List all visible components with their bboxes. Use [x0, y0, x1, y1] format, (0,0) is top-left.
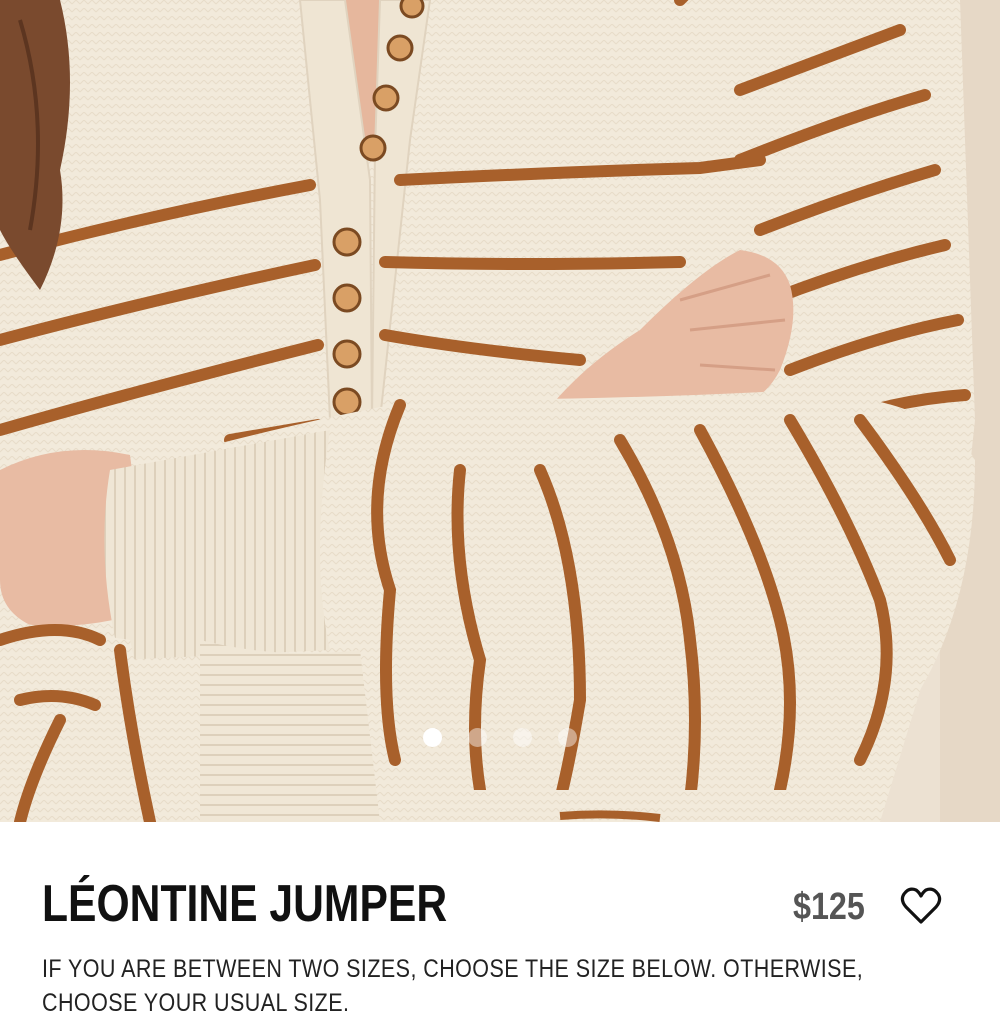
product-photo [0, 0, 1000, 822]
size-advice-text: IF YOU ARE BETWEEN TWO SIZES, CHOOSE THE… [42, 955, 864, 1017]
product-price: $125 [793, 886, 865, 928]
gallery-pagination [0, 728, 1000, 748]
gallery-dot-1[interactable] [423, 728, 442, 747]
product-title: LÉONTINE JUMPER [42, 875, 448, 933]
gallery-dot-4[interactable] [558, 728, 577, 747]
product-image-gallery[interactable] [0, 0, 1000, 822]
gallery-dot-2[interactable] [468, 728, 487, 747]
product-info: LÉONTINE JUMPER $125 IF YOU ARE BETWEEN … [0, 822, 1000, 1017]
heart-outline-icon[interactable] [900, 886, 942, 926]
gallery-dot-3[interactable] [513, 728, 532, 747]
